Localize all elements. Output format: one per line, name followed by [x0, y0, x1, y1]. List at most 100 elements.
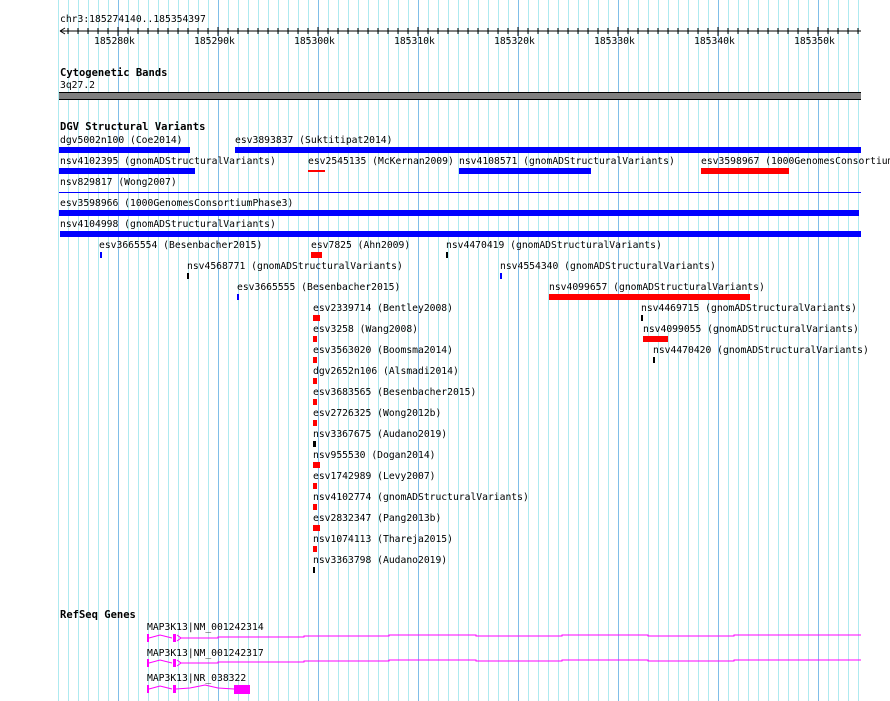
variant-bar[interactable]: [313, 567, 315, 573]
variant-label[interactable]: nsv4102395 (gnomADStructuralVariants): [60, 156, 276, 167]
variant-bar[interactable]: [459, 168, 591, 174]
grid-line: [288, 0, 289, 701]
variant-label[interactable]: dgv5002n100 (Coe2014): [60, 135, 182, 146]
variant-label[interactable]: esv3598967 (1000GenomesConsortiumPhase3): [701, 156, 890, 167]
grid-line: [218, 0, 219, 701]
variant-label[interactable]: esv2832347 (Pang2013b): [313, 513, 441, 524]
grid-line: [648, 0, 649, 701]
variant-label[interactable]: nsv1074113 (Thareja2015): [313, 534, 453, 545]
variant-bar[interactable]: [187, 273, 189, 279]
variant-bar[interactable]: [313, 504, 317, 510]
grid-line: [548, 0, 549, 701]
variant-label[interactable]: nsv3363798 (Audano2019): [313, 555, 447, 566]
grid-line: [88, 0, 89, 701]
grid-line: [98, 0, 99, 701]
variant-label[interactable]: esv7825 (Ahn2009): [311, 240, 410, 251]
cytoband-bar[interactable]: [59, 92, 861, 100]
grid-line: [478, 0, 479, 701]
variant-bar[interactable]: [549, 294, 750, 300]
variant-label[interactable]: nsv829817 (Wong2007): [60, 177, 177, 188]
variant-label[interactable]: nsv4554340 (gnomADStructuralVariants): [500, 261, 716, 272]
variant-bar[interactable]: [60, 231, 861, 237]
variant-bar[interactable]: [500, 273, 502, 279]
grid-line: [58, 0, 59, 701]
variant-bar[interactable]: [313, 462, 320, 468]
grid-line: [268, 0, 269, 701]
variant-label[interactable]: esv3893837 (Suktitipat2014): [235, 135, 392, 146]
grid-line: [228, 0, 229, 701]
variant-bar[interactable]: [643, 336, 668, 342]
variant-bar[interactable]: [59, 210, 859, 216]
variant-label[interactable]: nsv4108571 (gnomADStructuralVariants): [459, 156, 675, 167]
grid-line: [528, 0, 529, 701]
refseq-track-title: RefSeq Genes: [60, 609, 136, 621]
variant-bar[interactable]: [59, 168, 195, 174]
variant-label[interactable]: esv1742989 (Levy2007): [313, 471, 435, 482]
variant-label[interactable]: nsv4470419 (gnomADStructuralVariants): [446, 240, 662, 251]
variant-bar[interactable]: [313, 525, 320, 531]
gene-label[interactable]: MAP3K13|NM_001242314: [147, 622, 264, 633]
variant-bar[interactable]: [641, 315, 643, 321]
variant-label[interactable]: nsv4099657 (gnomADStructuralVariants): [549, 282, 765, 293]
variant-label[interactable]: nsv4099055 (gnomADStructuralVariants): [643, 324, 859, 335]
variant-bar[interactable]: [653, 357, 655, 363]
grid-line: [128, 0, 129, 701]
variant-label[interactable]: esv2726325 (Wong2012b): [313, 408, 441, 419]
variant-label[interactable]: dgv2652n106 (Alsmadi2014): [313, 366, 459, 377]
variant-bar[interactable]: [59, 191, 861, 193]
variant-label[interactable]: esv3665555 (Besenbacher2015): [237, 282, 400, 293]
variant-bar[interactable]: [446, 252, 448, 258]
grid-line: [578, 0, 579, 701]
variant-label[interactable]: esv2339714 (Bentley2008): [313, 303, 453, 314]
variant-bar[interactable]: [235, 147, 861, 153]
grid-line: [178, 0, 179, 701]
variant-bar[interactable]: [701, 168, 789, 174]
variant-label[interactable]: nsv4104998 (gnomADStructuralVariants): [60, 219, 276, 230]
variant-bar[interactable]: [313, 441, 316, 447]
ruler-tick-label: 185340k: [694, 36, 735, 47]
grid-line: [148, 0, 149, 701]
ruler-tick-label: 185280k: [94, 36, 135, 47]
gene-label[interactable]: MAP3K13|NR_038322: [147, 673, 246, 684]
variant-label[interactable]: nsv4469715 (gnomADStructuralVariants): [641, 303, 857, 314]
variant-bar[interactable]: [311, 252, 322, 258]
grid-line: [78, 0, 79, 701]
variant-bar[interactable]: [313, 546, 317, 552]
ruler[interactable]: [0, 0, 890, 60]
variant-bar[interactable]: [237, 294, 239, 300]
variant-bar[interactable]: [313, 378, 317, 384]
variant-label[interactable]: esv3683565 (Besenbacher2015): [313, 387, 476, 398]
variant-label[interactable]: nsv3367675 (Audano2019): [313, 429, 447, 440]
variant-label[interactable]: esv3665554 (Besenbacher2015): [99, 240, 262, 251]
variant-bar[interactable]: [308, 170, 325, 172]
dgv-track-title: DGV Structural Variants: [60, 121, 206, 133]
ruler-tick-label: 185290k: [194, 36, 235, 47]
variant-label[interactable]: esv3258 (Wang2008): [313, 324, 418, 335]
variant-bar[interactable]: [313, 315, 320, 321]
variant-label[interactable]: esv2545135 (McKernan2009): [308, 156, 454, 167]
variant-label[interactable]: nsv4568771 (gnomADStructuralVariants): [187, 261, 403, 272]
grid-line: [138, 0, 139, 701]
variant-label[interactable]: esv3563020 (Boomsma2014): [313, 345, 453, 356]
gene-label[interactable]: MAP3K13|NM_001242317: [147, 648, 264, 659]
variant-bar[interactable]: [100, 252, 102, 258]
grid-line: [118, 0, 119, 701]
variant-bar[interactable]: [313, 357, 317, 363]
grid-line: [558, 0, 559, 701]
variant-bar[interactable]: [59, 147, 190, 153]
variant-label[interactable]: nsv4102774 (gnomADStructuralVariants): [313, 492, 529, 503]
grid-line: [508, 0, 509, 701]
grid-line: [468, 0, 469, 701]
variant-bar[interactable]: [313, 483, 317, 489]
variant-bar[interactable]: [313, 399, 317, 405]
variant-bar[interactable]: [313, 336, 317, 342]
variant-label[interactable]: nsv955530 (Dogan2014): [313, 450, 435, 461]
grid-line: [618, 0, 619, 701]
cytoband-label: 3q27.2: [60, 80, 95, 91]
grid-line: [568, 0, 569, 701]
grid-line: [248, 0, 249, 701]
variant-label[interactable]: nsv4470420 (gnomADStructuralVariants): [653, 345, 869, 356]
variant-bar[interactable]: [313, 420, 317, 426]
grid-line: [518, 0, 519, 701]
variant-label[interactable]: esv3598966 (1000GenomesConsortiumPhase3): [60, 198, 293, 209]
